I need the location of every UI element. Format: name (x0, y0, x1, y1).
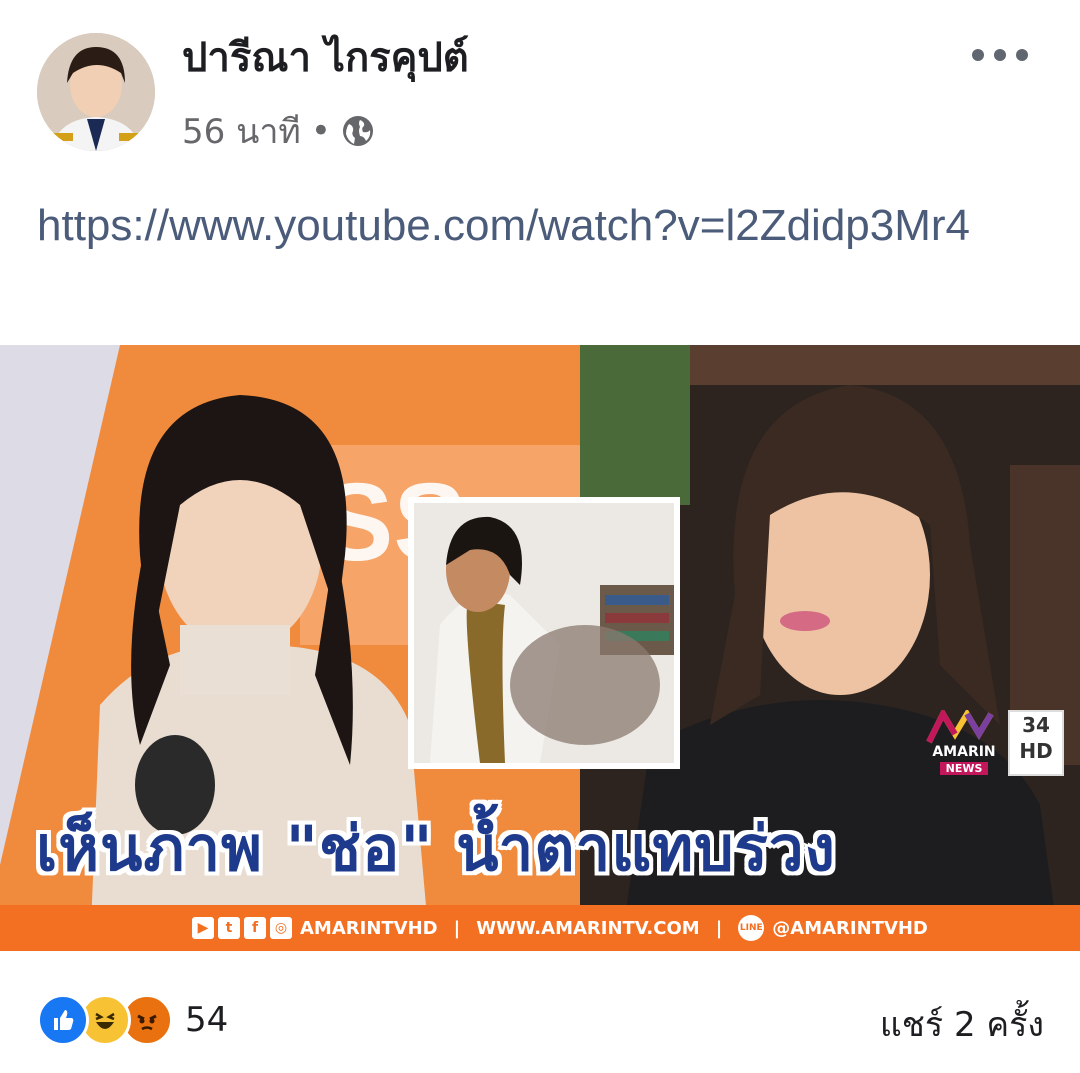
author-name[interactable]: ปารีณา ไกรคุปต์ (182, 34, 469, 82)
banner-website: WWW.AMARINTV.COM (476, 917, 700, 939)
post-header: ปารีณา ไกรคุปต์ 56 นาที • (0, 0, 1080, 170)
author-avatar[interactable] (37, 33, 155, 151)
banner-handle: AMARINTVHD (300, 917, 438, 939)
twitter-icon: t (218, 917, 240, 939)
post-link[interactable]: https://www.youtube.com/watch?v=l2Zdidp3… (37, 196, 1037, 256)
channel-hd: HD (1019, 739, 1053, 763)
post-time[interactable]: 56 นาที (182, 104, 301, 158)
line-icon: LINE (738, 915, 765, 941)
facebook-icon: f (244, 917, 266, 939)
banner-separator: | (453, 917, 461, 939)
channel-sub: NEWS (939, 762, 989, 775)
more-dot (1016, 49, 1028, 61)
channel-name: AMARIN (932, 744, 996, 760)
amarin-logo-icon (926, 710, 994, 744)
shares-count[interactable]: แชร์ 2 ครั้ง (880, 997, 1044, 1051)
instagram-icon: ◎ (270, 917, 292, 939)
globe-icon[interactable] (341, 114, 375, 148)
like-icon (37, 994, 89, 1046)
more-dot (994, 49, 1006, 61)
channel-banner: ▶ t f ◎ AMARINTVHD | WWW.AMARINTV.COM | … (0, 905, 1080, 951)
reaction-count: 54 (185, 1000, 229, 1040)
meta-separator: • (310, 111, 331, 151)
youtube-icon: ▶ (192, 917, 214, 939)
more-options-icon[interactable] (972, 38, 1028, 72)
reactions-summary[interactable]: 54 (37, 994, 228, 1046)
channel-logo: AMARIN NEWS (925, 710, 1003, 776)
banner-line-handle: @AMARINTVHD (772, 917, 928, 939)
social-icons: ▶ t f ◎ (192, 917, 292, 939)
channel-number-box: 34 HD (1008, 710, 1064, 776)
thumbnail-caption: เห็นภาพ "ช่อ" น้ำตาแทบร่วง (36, 812, 836, 885)
more-dot (972, 49, 984, 61)
channel-number: 34 (1022, 713, 1050, 737)
banner-separator: | (715, 917, 723, 939)
post-meta: 56 นาที • (182, 104, 375, 158)
